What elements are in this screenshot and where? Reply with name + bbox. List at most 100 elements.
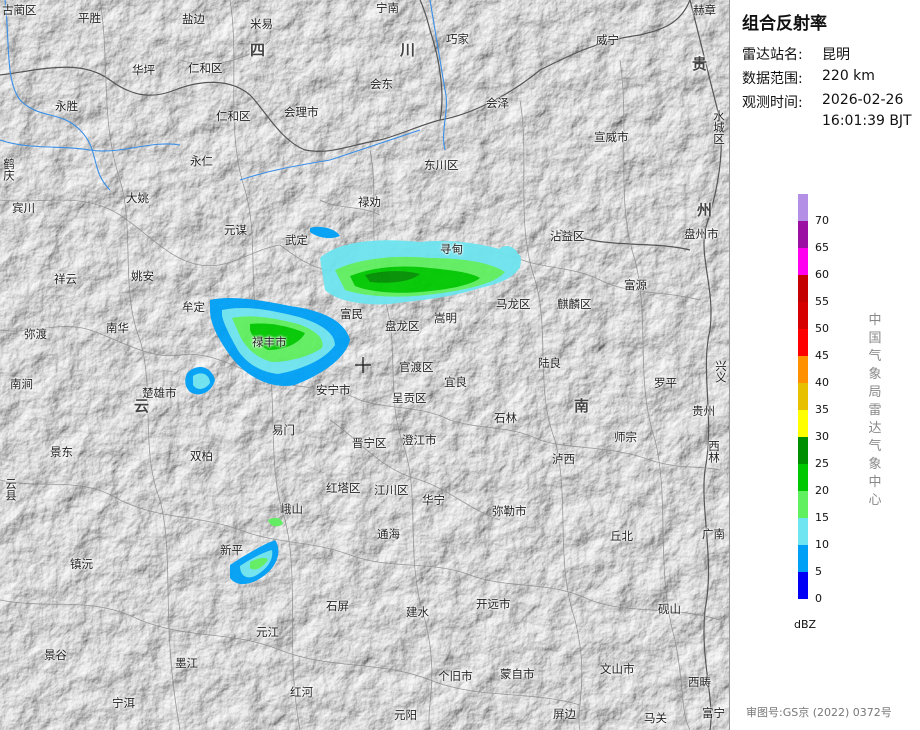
info-panel: 组合反射率 雷达站名: 昆明 数据范围: 220 km 观测时间: 2026-0… (730, 0, 920, 730)
product-title: 组合反射率 (742, 14, 827, 34)
place-label: 贵州 (692, 404, 715, 418)
place-label: 沾益区 (550, 229, 585, 243)
station-value: 昆明 (822, 47, 850, 63)
place-label: 古蔺区 (2, 3, 37, 17)
place-label: 元江 (256, 625, 279, 639)
legend-swatch (798, 572, 808, 599)
place-label: 景东 (50, 445, 73, 459)
place-label: 泸西 (552, 452, 575, 466)
place-label: 鹤庆 (2, 158, 16, 181)
place-label: 镇沅 (70, 557, 93, 571)
place-label: 仁和区 (188, 61, 223, 75)
range-value: 220 km (822, 68, 875, 84)
legend-tick-label: 55 (815, 295, 829, 308)
place-label: 南涧 (10, 377, 33, 391)
place-label: 屏边 (553, 707, 576, 721)
place-label: 盘州市 (684, 227, 719, 241)
place-label: 新平 (220, 543, 243, 557)
province-label: 州 (697, 201, 715, 219)
time-clock: 16:01:39 BJT (822, 113, 912, 129)
place-label: 蒙自市 (500, 667, 535, 681)
place-label: 马关 (644, 711, 667, 725)
place-label: 云县 (4, 478, 18, 501)
place-label: 华坪 (132, 63, 155, 77)
legend-tick-label: 20 (815, 484, 829, 497)
legend-tick-label: 40 (815, 376, 829, 389)
legend-swatch (798, 545, 808, 572)
legend-swatch (798, 410, 808, 437)
place-label: 会东 (370, 77, 393, 91)
place-label: 富民 (340, 307, 363, 321)
place-label: 牟定 (182, 300, 205, 314)
place-label: 文山市 (600, 662, 635, 676)
place-label: 弥渡 (24, 327, 47, 341)
place-label: 景谷 (44, 648, 67, 662)
legend-tick-label: 70 (815, 214, 829, 227)
place-label: 威宁 (596, 33, 619, 47)
province-label: 川 (400, 41, 418, 59)
legend-tick-label: 10 (815, 538, 829, 551)
place-label: 双柏 (190, 449, 213, 463)
legend-swatch (798, 518, 808, 545)
province-label: 南 (574, 397, 592, 415)
place-label: 会泽 (486, 96, 509, 110)
place-label: 富宁 (702, 706, 725, 720)
place-label: 水城区 (712, 110, 726, 145)
place-label: 寻甸 (440, 242, 463, 256)
place-label: 祥云 (54, 272, 77, 286)
place-label: 呈贡区 (392, 391, 427, 405)
legend-swatch (798, 491, 808, 518)
place-label: 官渡区 (399, 360, 434, 374)
legend-swatch (798, 329, 808, 356)
legend-swatch (798, 221, 808, 248)
place-label: 巧家 (446, 32, 469, 46)
place-label: 嵩明 (434, 311, 457, 325)
legend-swatch (798, 383, 808, 410)
legend-swatch (798, 194, 808, 221)
place-label: 红塔区 (326, 481, 361, 495)
place-label: 宁洱 (112, 696, 135, 710)
place-label: 兴义 (714, 360, 728, 383)
station-row: 雷达站名: 昆明 (742, 44, 850, 64)
place-label: 华宁 (422, 493, 445, 507)
place-label: 武定 (285, 233, 308, 247)
place-label: 墨江 (175, 656, 198, 670)
place-label: 晋宁区 (352, 436, 387, 450)
time-row: 观测时间: 2026-02-26 (742, 92, 903, 112)
dbz-color-legend: 70 65 60 55 50 45 40 35 30 25 20 15 10 5 0 (798, 194, 878, 605)
place-label: 澄江市 (402, 433, 437, 447)
place-label: 宾川 (12, 201, 35, 215)
legend-swatch (798, 464, 808, 491)
review-number: 审图号:GS京 (2022) 0372号 (746, 706, 892, 719)
legend-tick-label: 15 (815, 511, 829, 524)
place-label: 富源 (624, 278, 647, 292)
legend-tick-label: 25 (815, 457, 829, 470)
radar-map[interactable]: 古蔺区 平胜 盐边 米易 宁南 赫章 四 川 巧家 威宁 华坪 仁和区 会东 贵… (0, 0, 730, 730)
terrain-basemap (0, 0, 729, 730)
station-label: 雷达站名: (742, 47, 803, 63)
place-label: 丘北 (610, 529, 633, 543)
province-label: 四 (250, 41, 268, 59)
place-label: 西林 (707, 440, 721, 463)
place-label: 宣威市 (594, 130, 629, 144)
place-label: 平胜 (78, 11, 101, 25)
legend-unit: dBZ (794, 618, 817, 631)
organization-label: 中国气象局雷达气象中心 (868, 313, 882, 508)
legend-swatch (798, 356, 808, 383)
place-label: 建水 (406, 605, 429, 619)
place-label: 米易 (250, 17, 273, 31)
place-label: 个旧市 (438, 669, 473, 683)
place-label: 陆良 (538, 356, 561, 370)
place-label: 元阳 (394, 708, 417, 722)
range-row: 数据范围: 220 km (742, 68, 875, 88)
legend-tick-label: 5 (815, 565, 822, 578)
place-label: 会理市 (284, 105, 319, 119)
place-label: 安宁市 (316, 383, 351, 397)
legend-swatch (798, 437, 808, 464)
legend-tick-label: 45 (815, 349, 829, 362)
place-label: 广南 (702, 527, 725, 541)
place-label: 师宗 (614, 430, 637, 444)
place-label: 砚山 (658, 602, 681, 616)
radar-viewer: 古蔺区 平胜 盐边 米易 宁南 赫章 四 川 巧家 威宁 华坪 仁和区 会东 贵… (0, 0, 920, 730)
legend-tick-label: 35 (815, 403, 829, 416)
